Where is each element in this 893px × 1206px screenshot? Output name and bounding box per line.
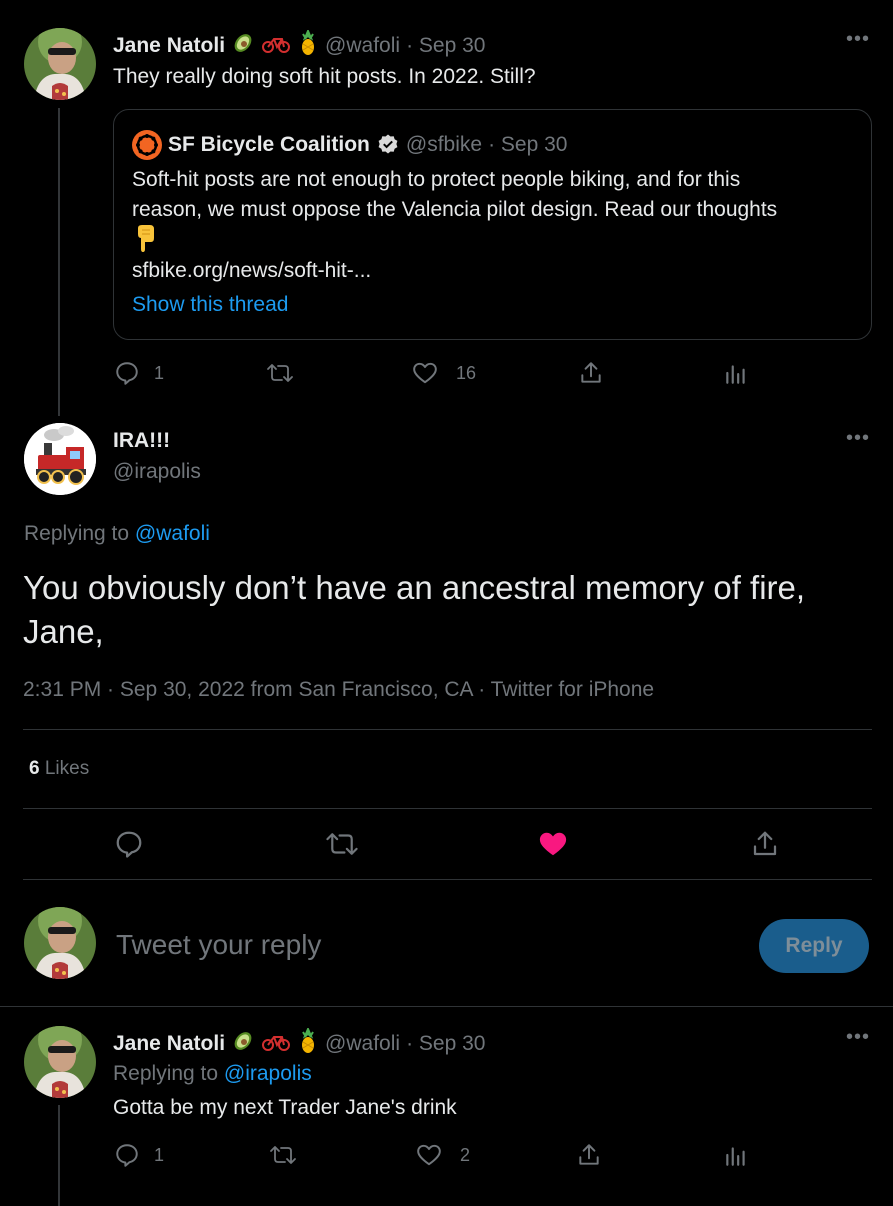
- author-handle[interactable]: @wafoli: [325, 34, 400, 58]
- replying-to-handle[interactable]: @wafoli: [135, 522, 210, 545]
- quote-header: SF Bicycle Coalition @sfbike · Sep 30: [132, 130, 567, 160]
- reply-button[interactable]: 1: [114, 360, 164, 386]
- divider: [23, 808, 872, 809]
- reply-button[interactable]: [114, 829, 144, 859]
- retweet-button[interactable]: [325, 829, 359, 859]
- likes-label: Likes: [39, 758, 90, 779]
- avatar-ira[interactable]: [24, 423, 96, 495]
- tweet-meta[interactable]: 2:31 PM · Sep 30, 2022 from San Francisc…: [23, 678, 654, 702]
- author-name[interactable]: IRA!!!: [113, 429, 170, 453]
- show-thread-link[interactable]: Show this thread: [132, 290, 288, 320]
- quote-text-line2: reason, we must oppose the Valencia pilo…: [132, 198, 778, 221]
- divider: [0, 1006, 893, 1007]
- like-count: 2: [460, 1144, 471, 1165]
- analytics-icon: [726, 365, 745, 384]
- reply-input[interactable]: Tweet your reply: [116, 929, 321, 961]
- share-button[interactable]: [750, 829, 780, 859]
- sfbike-avatar: [132, 130, 162, 160]
- likes-stat[interactable]: 6 Likes: [29, 758, 89, 780]
- like-button-active[interactable]: [537, 829, 569, 859]
- replying-to: Replying to @wafoli: [24, 522, 210, 546]
- retweet-button[interactable]: [269, 1142, 297, 1168]
- thread-line: [58, 1105, 60, 1206]
- quote-author-name[interactable]: SF Bicycle Coalition: [168, 133, 370, 157]
- reply-icon: [116, 831, 142, 858]
- share-button[interactable]: [576, 1142, 602, 1168]
- reply-icon: [116, 362, 138, 385]
- analytics-button[interactable]: [723, 1142, 749, 1168]
- analytics-icon: [726, 1147, 745, 1166]
- avatar-jane[interactable]: [24, 1026, 96, 1098]
- share-icon: [753, 831, 777, 856]
- share-icon: [579, 1144, 599, 1165]
- pineapple-icon: [297, 28, 319, 61]
- tweet-date[interactable]: · Sep 30: [406, 34, 485, 58]
- retweet-button[interactable]: [266, 360, 294, 386]
- tweet1-header: Jane Natoli @wafoli · Sep 30: [113, 28, 485, 61]
- main-tweet-text-line2: Jane,: [23, 613, 104, 650]
- likes-count: 6: [29, 758, 40, 779]
- reply-count: 1: [154, 362, 165, 383]
- avocado-icon: [231, 1029, 255, 1058]
- tweet-date[interactable]: · Sep 30: [406, 1032, 485, 1056]
- quote-text-line1: Soft-hit posts are not enough to protect…: [132, 168, 741, 191]
- bicycle-icon: [261, 1029, 291, 1058]
- reply-submit-button[interactable]: Reply: [759, 919, 869, 973]
- heart-icon: [413, 362, 437, 384]
- tweet-text: They really doing soft hit posts. In 202…: [113, 65, 536, 88]
- verified-badge-icon: [376, 133, 400, 157]
- more-icon[interactable]: •••: [846, 427, 870, 450]
- heart-filled-icon: [539, 832, 567, 856]
- retweet-icon: [267, 364, 293, 382]
- quote-author-handle[interactable]: @sfbike: [406, 133, 482, 157]
- replying-to-label: Replying to: [24, 522, 135, 545]
- retweet-icon: [326, 833, 358, 855]
- divider: [23, 729, 872, 730]
- like-button[interactable]: 16: [412, 360, 476, 386]
- quote-date[interactable]: · Sep 30: [488, 133, 567, 157]
- replying-to-label: Replying to: [113, 1062, 224, 1085]
- author-name[interactable]: Jane Natoli: [113, 1032, 225, 1056]
- author-name[interactable]: Jane Natoli: [113, 34, 225, 58]
- avatar-self[interactable]: [24, 907, 96, 979]
- like-button[interactable]: 2: [416, 1142, 470, 1168]
- tweet-text: Gotta be my next Trader Jane's drink: [113, 1096, 457, 1119]
- share-icon: [581, 362, 601, 383]
- avocado-icon: [231, 31, 255, 60]
- thread-line: [58, 108, 60, 416]
- quoted-tweet[interactable]: SF Bicycle Coalition @sfbike · Sep 30 So…: [113, 109, 872, 340]
- pointing-down-icon: [134, 224, 158, 259]
- retweet-icon: [270, 1146, 296, 1164]
- bicycle-icon: [261, 31, 291, 60]
- heart-icon: [417, 1144, 441, 1166]
- analytics-button[interactable]: [723, 360, 749, 386]
- main-tweet-text-line1: You obviously don’t have an ancestral me…: [23, 569, 806, 606]
- reply-count: 1: [154, 1144, 165, 1165]
- pineapple-icon: [297, 1026, 319, 1059]
- divider: [23, 879, 872, 880]
- tweet2-header: Jane Natoli @wafoli · Sep 30: [113, 1026, 485, 1059]
- share-button[interactable]: [578, 360, 604, 386]
- more-icon[interactable]: •••: [846, 1026, 870, 1049]
- author-handle[interactable]: @wafoli: [325, 1032, 400, 1056]
- reply-button[interactable]: 1: [114, 1142, 164, 1168]
- quote-link[interactable]: sfbike.org/news/soft-hit-...: [132, 256, 371, 286]
- author-handle[interactable]: @irapolis: [113, 460, 201, 484]
- like-count: 16: [456, 362, 477, 383]
- more-icon[interactable]: •••: [846, 28, 870, 51]
- avatar-jane[interactable]: [24, 28, 96, 100]
- reply-icon: [116, 1144, 138, 1167]
- replying-to-handle[interactable]: @irapolis: [224, 1062, 312, 1085]
- replying-to: Replying to @irapolis: [113, 1062, 312, 1086]
